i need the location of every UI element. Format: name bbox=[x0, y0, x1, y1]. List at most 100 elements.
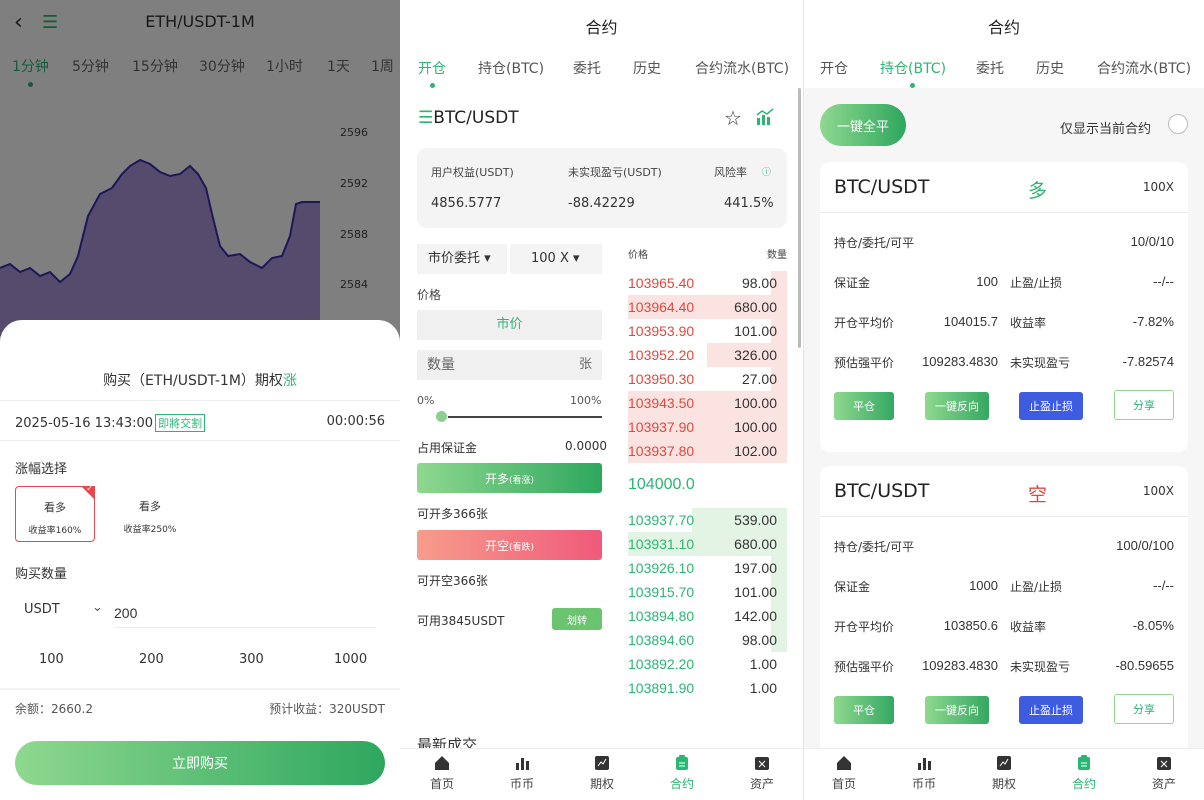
percent-slider-track[interactable] bbox=[440, 416, 602, 418]
check-icon: ✓ bbox=[86, 484, 93, 493]
position-card: BTC/USDT 空 100X 持仓/委托/可平 100/0/100 保证金 1000 止盈/… bbox=[820, 466, 1188, 756]
share-button[interactable]: 分享 bbox=[1114, 694, 1174, 724]
chart-icon[interactable] bbox=[756, 108, 774, 126]
star-icon[interactable]: ☆ bbox=[724, 106, 742, 130]
market-price-field[interactable]: 市价 bbox=[417, 310, 602, 340]
tab-open[interactable]: 开仓 bbox=[418, 58, 446, 78]
tab-positions[interactable]: 持仓(BTC) bbox=[478, 58, 544, 78]
order-book-row[interactable]: 103952.20 326.00 bbox=[628, 343, 787, 367]
order-book-row[interactable]: 103915.70 101.00 bbox=[628, 580, 787, 604]
settle-badge: 即將交割 bbox=[155, 414, 206, 432]
tpsl-button[interactable]: 止盈止损 bbox=[1019, 696, 1083, 724]
order-book-row[interactable]: 103891.90 1.00 bbox=[628, 676, 787, 700]
order-type: 市价委托 bbox=[428, 251, 481, 266]
nav-assets[interactable]: 资产 bbox=[734, 755, 790, 792]
close-position-button[interactable]: 平仓 bbox=[834, 392, 894, 420]
close-all-button[interactable]: 一键全平 bbox=[820, 104, 906, 146]
tab-open[interactable]: 开仓 bbox=[820, 58, 848, 78]
yield-label: 收益率 bbox=[1010, 620, 1047, 634]
quantity-input[interactable]: 数量 张 bbox=[417, 350, 602, 380]
nav-options[interactable]: 期权 bbox=[574, 755, 630, 792]
order-book-row[interactable]: 103937.90 100.00 bbox=[628, 415, 787, 439]
tpsl-label: 止盈/止损 bbox=[1010, 276, 1063, 290]
upnl-label: 未实现盈亏 bbox=[1010, 660, 1071, 674]
nav-contract[interactable]: 合约 bbox=[1056, 755, 1112, 792]
divider bbox=[820, 212, 1188, 213]
caret-down-icon: ▾ bbox=[573, 251, 580, 266]
tab-orders[interactable]: 委托 bbox=[573, 58, 601, 78]
close-position-button[interactable]: 平仓 bbox=[834, 696, 894, 724]
nav-home[interactable]: 首页 bbox=[816, 755, 872, 792]
position-symbol: BTC/USDT bbox=[834, 480, 930, 502]
tab-orders[interactable]: 委托 bbox=[976, 58, 1004, 78]
nav-home[interactable]: 首页 bbox=[414, 755, 470, 792]
quick-amount[interactable]: 100 bbox=[39, 652, 64, 667]
quick-amount[interactable]: 300 bbox=[239, 652, 264, 667]
order-type-select[interactable]: 市价委托 ▾ bbox=[417, 244, 507, 274]
datetime: 2025-05-16 13:43:00 bbox=[15, 416, 154, 431]
nav-options[interactable]: 期权 bbox=[976, 755, 1032, 792]
long-sub: (看涨) bbox=[508, 475, 535, 486]
tab-positions[interactable]: 持仓(BTC) bbox=[880, 58, 946, 78]
buy-now-button[interactable]: 立即购买 bbox=[15, 741, 385, 785]
scrollbar[interactable] bbox=[798, 88, 801, 348]
open-short-button[interactable]: 开空(看跌) bbox=[417, 530, 602, 560]
tab-ledger[interactable]: 合约流水(BTC) bbox=[1097, 58, 1191, 78]
tab-history[interactable]: 历史 bbox=[1036, 58, 1064, 78]
avg-price-value: 103850.6 bbox=[943, 618, 998, 633]
page-title: 合约 bbox=[585, 18, 618, 37]
chevron-down-icon[interactable]: ⌄ bbox=[92, 600, 103, 615]
order-book-row[interactable]: 103931.10 680.00 bbox=[628, 532, 787, 556]
slider-handle[interactable] bbox=[435, 410, 448, 423]
avg-price-label: 开仓平均价 bbox=[834, 316, 895, 330]
margin-label: 保证金 bbox=[834, 580, 871, 594]
symbol-selector[interactable]: ☰BTC/USDT bbox=[418, 108, 519, 128]
nav-label: 币币 bbox=[911, 777, 936, 791]
nav-assets[interactable]: 资产 bbox=[1136, 755, 1192, 792]
order-book-row[interactable]: 103950.30 27.00 bbox=[628, 367, 787, 391]
transfer-button[interactable]: 划转 bbox=[552, 608, 602, 630]
range-label: 涨幅选择 bbox=[15, 462, 68, 477]
reverse-position-button[interactable]: 一键反向 bbox=[925, 696, 989, 724]
available-balance: 可用3845USDT bbox=[417, 614, 505, 628]
only-current-radio[interactable] bbox=[1168, 114, 1188, 134]
order-book-row[interactable]: 103965.40 98.00 bbox=[628, 271, 787, 295]
order-book-row[interactable]: 103894.80 142.00 bbox=[628, 604, 787, 628]
clipboard-icon bbox=[1078, 755, 1090, 770]
order-price: 103937.80 bbox=[628, 443, 695, 459]
tab-history[interactable]: 历史 bbox=[633, 58, 661, 78]
order-book-row[interactable]: 103892.20 1.00 bbox=[628, 652, 787, 676]
option-card[interactable]: 看多 收益率250% bbox=[110, 486, 190, 542]
reverse-position-button[interactable]: 一键反向 bbox=[925, 392, 989, 420]
open-long-button[interactable]: 开多(看涨) bbox=[417, 463, 602, 493]
pct-max: 100% bbox=[570, 394, 602, 407]
order-book-row[interactable]: 103926.10 197.00 bbox=[628, 556, 787, 580]
divider bbox=[0, 440, 400, 441]
countdown: 00:00:56 bbox=[326, 414, 385, 429]
nav-spot[interactable]: 币币 bbox=[896, 755, 952, 792]
order-book-row[interactable]: 103943.50 100.00 bbox=[628, 391, 787, 415]
quick-amount[interactable]: 200 bbox=[139, 652, 164, 667]
hold-label: 持仓/委托/可平 bbox=[834, 540, 915, 554]
order-qty: 326.00 bbox=[734, 347, 777, 363]
tab-ledger[interactable]: 合约流水(BTC) bbox=[695, 58, 789, 78]
amount-input[interactable] bbox=[114, 598, 376, 628]
info-icon[interactable]: ⓘ bbox=[762, 165, 771, 178]
tpsl-value: --/-- bbox=[1153, 578, 1174, 593]
order-book-row[interactable]: 103953.90 101.00 bbox=[628, 319, 787, 343]
divider bbox=[820, 516, 1188, 517]
nav-contract[interactable]: 合约 bbox=[654, 755, 710, 792]
tpsl-button[interactable]: 止盈止损 bbox=[1019, 392, 1083, 420]
order-qty: 98.00 bbox=[741, 275, 777, 291]
order-book-row[interactable]: 103964.40 680.00 bbox=[628, 295, 787, 319]
leverage-select[interactable]: 100 X ▾ bbox=[510, 244, 602, 274]
order-book-row[interactable]: 103937.70 539.00 bbox=[628, 508, 787, 532]
quick-amount[interactable]: 1000 bbox=[334, 652, 367, 667]
unit-select[interactable]: USDT bbox=[24, 602, 60, 617]
share-button[interactable]: 分享 bbox=[1114, 390, 1174, 420]
top-bar: 合约 开仓 持仓(BTC) 委托 历史 合约流水(BTC) bbox=[804, 0, 1204, 88]
order-book-row[interactable]: 103937.80 102.00 bbox=[628, 439, 787, 463]
option-card-selected[interactable]: ✓ 看多 收益率160% bbox=[15, 484, 95, 542]
nav-spot[interactable]: 币币 bbox=[494, 755, 550, 792]
order-book-row[interactable]: 103894.60 98.00 bbox=[628, 628, 787, 652]
